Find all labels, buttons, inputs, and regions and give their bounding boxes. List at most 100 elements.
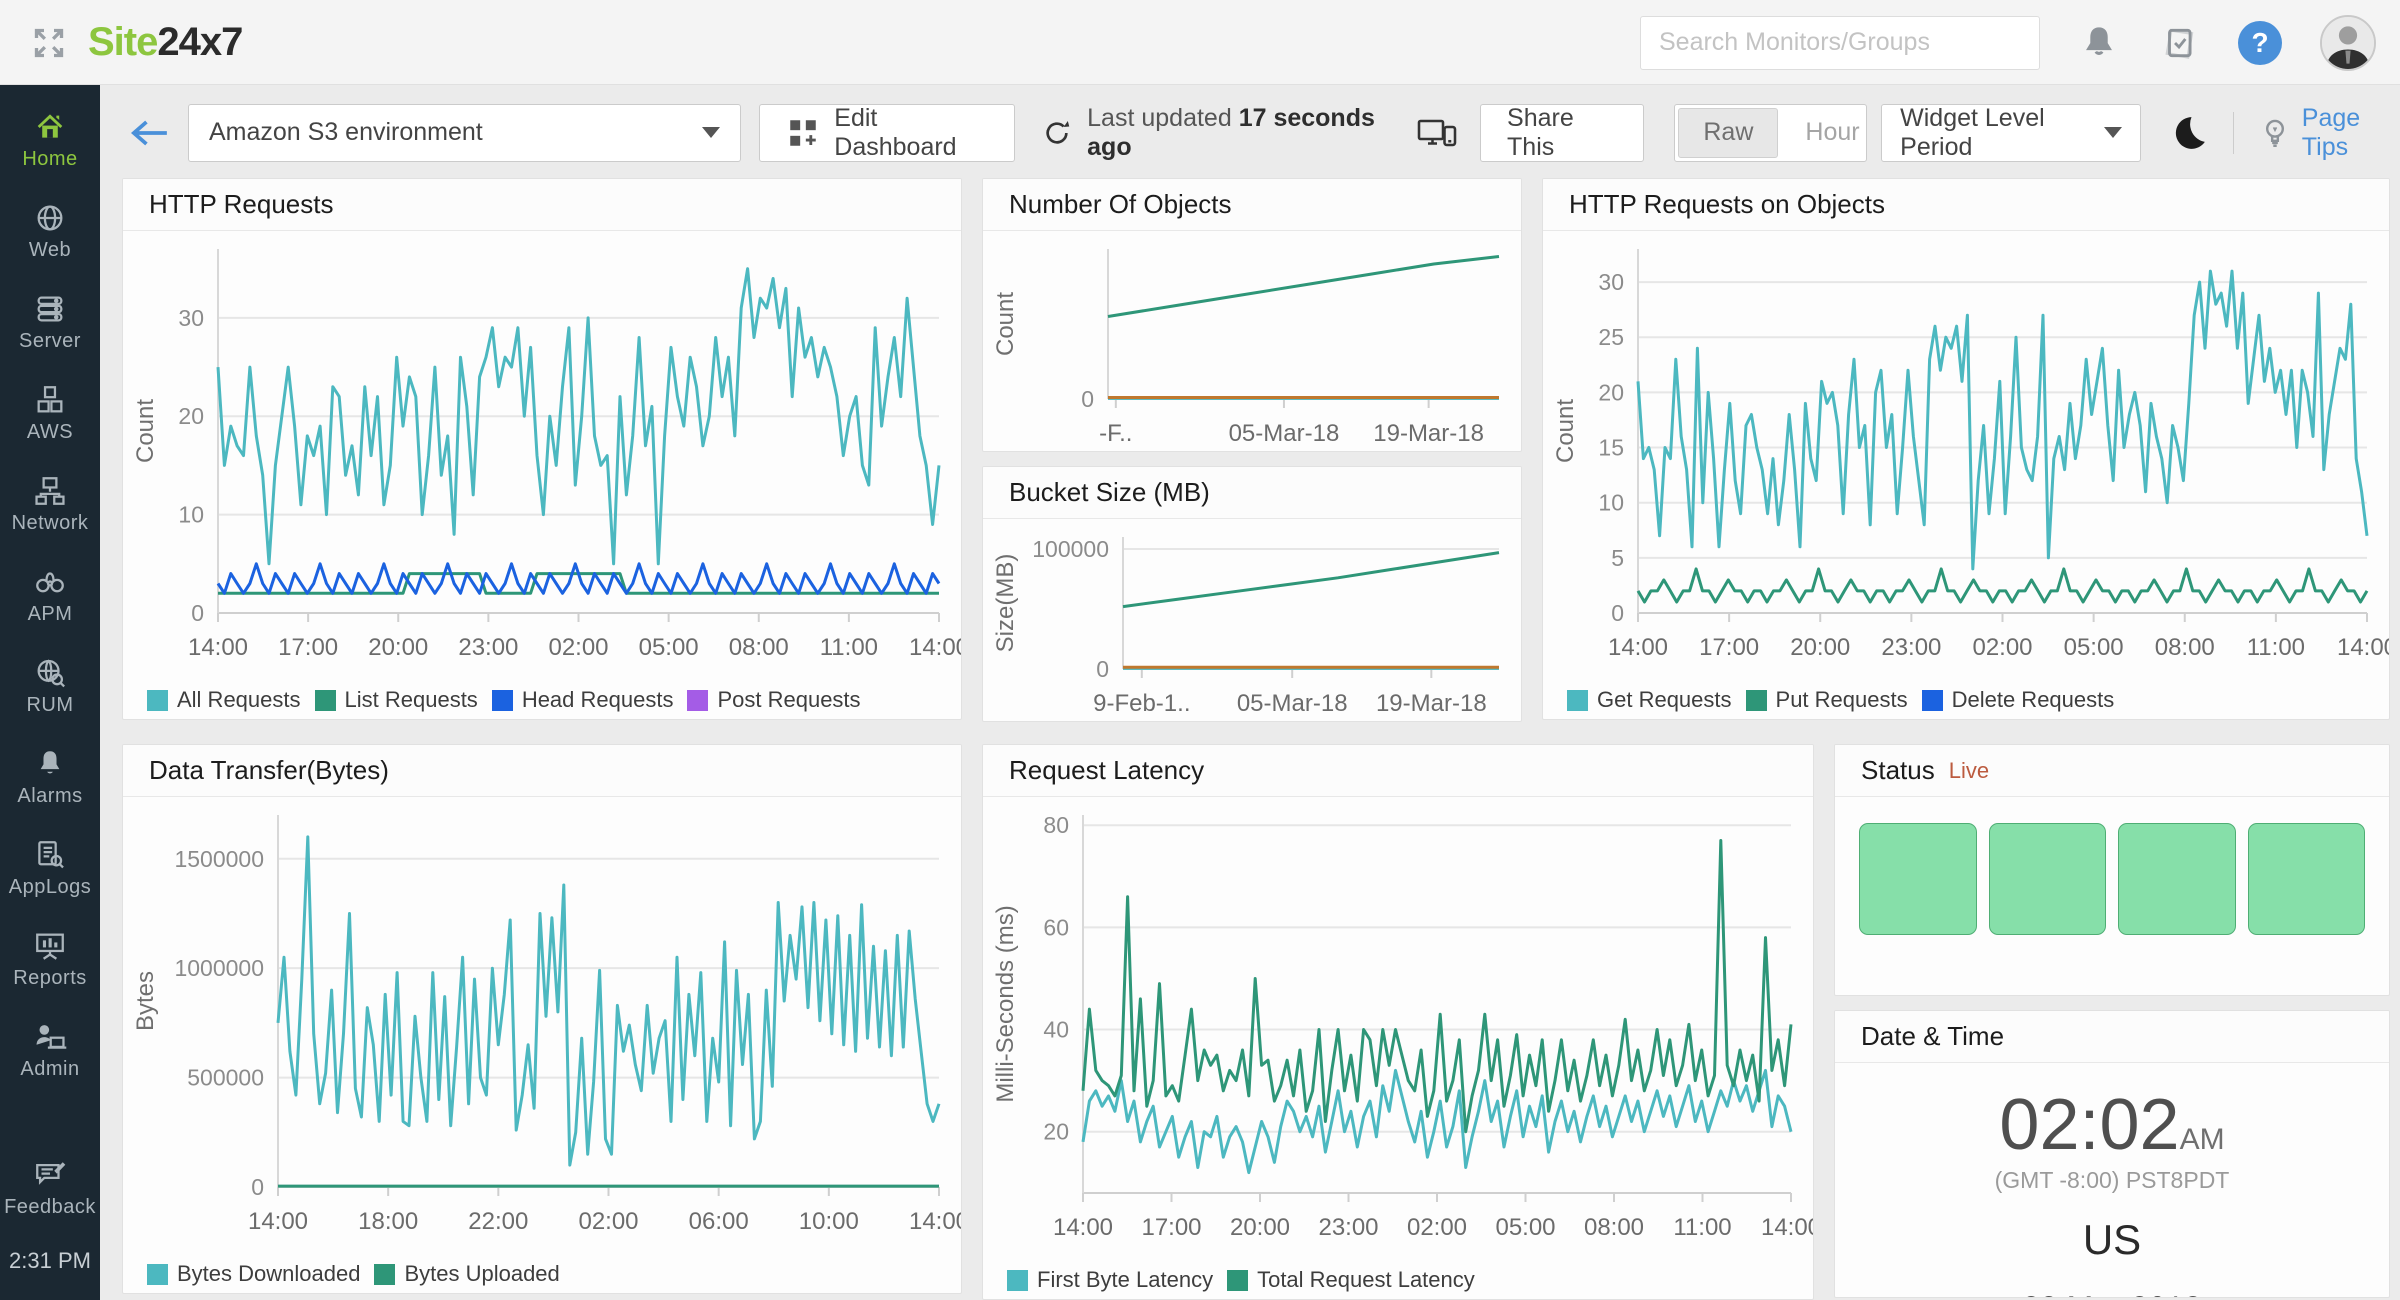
x-tick-label: 14:00 [2337,634,2389,661]
x-tick-label: 02:00 [1407,1214,1467,1241]
sidebar-item-alarms[interactable]: Alarms [0,732,100,823]
home-icon [33,110,67,144]
sidebar-clock: 2:31 PM [9,1234,91,1300]
toolbar-divider [2233,112,2234,154]
legend-label: Bytes Downloaded [177,1261,360,1287]
toggle-raw[interactable]: Raw [1678,108,1778,158]
chevron-down-icon [702,127,720,138]
x-tick-label: 23:00 [458,634,518,661]
legend-label: Total Request Latency [1257,1267,1475,1293]
avatar[interactable] [2320,15,2376,71]
status-tile[interactable] [2118,823,2236,935]
legend-item-bytes-downloaded[interactable]: Bytes Downloaded [147,1261,360,1287]
status-tile[interactable] [1859,823,1977,935]
clock-region: US [2083,1216,2141,1264]
x-tick-label: 23:00 [1318,1214,1378,1241]
panel-title: HTTP Requests on Objects [1543,179,2389,231]
dashboard-select[interactable]: Amazon S3 environment [188,104,741,162]
legend-item-get-requests[interactable]: Get Requests [1567,687,1732,713]
admin-icon [33,1020,67,1054]
y-tick-label: 25 [1598,324,1624,350]
series-first-byte-latency [1083,1070,1791,1172]
data-transfer-legend: Bytes Downloaded Bytes Uploaded [123,1250,961,1294]
sidebar-item-label: RUM [26,694,73,717]
share-this-button[interactable]: Share This [1480,104,1644,162]
legend-item-head-requests[interactable]: Head Requests [492,687,674,713]
y-axis-label: Size(MB) [992,554,1019,653]
expand-icon[interactable] [28,22,70,64]
sidebar-item-network[interactable]: Network [0,459,100,550]
sidebar-item-reports[interactable]: Reports [0,914,100,1005]
logo-suffix: 24x7 [157,20,242,64]
sidebar-item-admin[interactable]: Admin [0,1005,100,1096]
sidebar-item-apm[interactable]: APM [0,550,100,641]
legend-item-post-requests[interactable]: Post Requests [687,687,860,713]
x-tick-label: 05-Mar-18 [1229,420,1340,447]
y-axis-label: Count [1552,399,1579,463]
edit-dashboard-button[interactable]: Edit Dashboard [759,104,1015,162]
chevron-down-icon [2104,127,2122,138]
legend-item-bytes-uploaded[interactable]: Bytes Uploaded [374,1261,559,1287]
dashboard-toolbar: Amazon S3 environment Edit Dashboard Las… [100,85,2400,180]
x-tick-label: 14:00 [1761,1214,1813,1241]
site24x7-logo[interactable]: Site24x7 [88,20,242,65]
refresh-icon[interactable] [1041,117,1073,149]
applogs-icon [33,838,67,872]
help-icon[interactable]: ? [2238,21,2282,65]
panel-request-latency: Request Latency 2040608014:0017:0020:002… [982,744,1814,1300]
tasks-icon[interactable] [2158,22,2200,64]
x-tick-label: -F.. [1099,420,1132,447]
sidebar-item-web[interactable]: Web [0,186,100,277]
x-tick-label: 11:00 [2247,634,2305,661]
legend-item-put-requests[interactable]: Put Requests [1746,687,1908,713]
status-tile[interactable] [1989,823,2107,935]
legend-item-total-request-latency[interactable]: Total Request Latency [1227,1267,1475,1293]
legend-item-list-requests[interactable]: List Requests [315,687,478,713]
http-requests-on-objects-legend: Get Requests Put Requests Delete Requests [1543,676,2389,720]
panel-title: Request Latency [983,745,1813,797]
sidebar-item-feedback[interactable]: Feedback [0,1143,100,1234]
legend-label: First Byte Latency [1037,1267,1213,1293]
y-tick-label: 40 [1043,1017,1069,1043]
y-tick-label: 0 [251,1174,264,1200]
search-input[interactable] [1640,16,2040,70]
series-put-requests [1638,569,2367,602]
status-tile[interactable] [2248,823,2366,935]
x-tick-label: 20:00 [1790,634,1850,661]
y-axis-label: Count [132,399,159,463]
y-tick-label: 5 [1611,545,1624,571]
legend-item-all-requests[interactable]: All Requests [147,687,301,713]
alarms-icon [33,747,67,781]
live-badge: Live [1949,758,1989,784]
back-arrow-icon[interactable] [126,115,170,151]
legend-label: Get Requests [1597,687,1732,713]
series-objects [1108,257,1499,317]
dark-mode-moon-icon[interactable] [2169,113,2209,153]
sidebar-item-aws[interactable]: AWS [0,368,100,459]
x-tick-label: 9-Feb-1.. [1093,690,1190,717]
sidebar-item-rum[interactable]: RUM [0,641,100,732]
sidebar-item-label: Admin [20,1058,79,1081]
data-transfer-chart: 05000001000000150000014:0018:0022:0002:0… [123,797,961,1250]
legend-item-delete-requests[interactable]: Delete Requests [1922,687,2115,713]
x-tick-label: 11:00 [820,634,878,661]
x-tick-label: 02:00 [1972,634,2032,661]
toggle-hour[interactable]: Hour [1781,105,1867,161]
page-tips-button[interactable]: Page Tips [2258,104,2400,162]
sidebar-item-applogs[interactable]: AppLogs [0,823,100,914]
sidebar-item-home[interactable]: Home [0,95,100,186]
y-tick-label: 0 [191,600,204,626]
status-tiles [1835,797,2389,995]
edit-dashboard-label: Edit Dashboard [834,104,988,162]
sidebar-item-label: Server [19,330,81,353]
sidebar-item-server[interactable]: Server [0,277,100,368]
legend-label: Delete Requests [1952,687,2115,713]
page-tips-label: Page Tips [2302,104,2400,162]
legend-swatch [1007,1270,1028,1291]
bell-icon[interactable] [2078,22,2120,64]
clock-timezone: (GMT -8:00) PST8PDT [1995,1167,2230,1194]
widget-level-period-select[interactable]: Widget Level Period [1881,104,2141,162]
sidebar-item-label: Web [29,239,71,262]
legend-item-first-byte-latency[interactable]: First Byte Latency [1007,1267,1213,1293]
devices-icon[interactable] [1416,115,1458,151]
